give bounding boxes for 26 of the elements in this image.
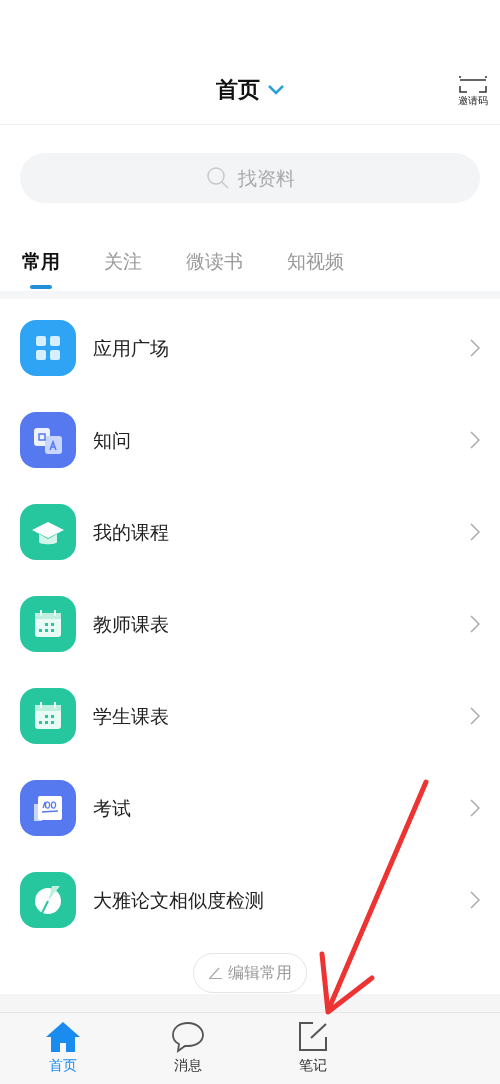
nav-tab[interactable]: 消息 — [125, 1013, 250, 1084]
menu-item[interactable]: 学生课表 — [0, 670, 500, 762]
menu-item[interactable]: 考试 — [0, 762, 500, 854]
home-icon — [44, 1021, 81, 1053]
scan-icon — [459, 75, 487, 93]
menu-item[interactable]: 应用广场 — [0, 302, 500, 394]
speech-bubble-icon — [170, 1021, 205, 1053]
chevron-right-icon — [470, 707, 480, 725]
search-icon — [205, 166, 230, 190]
chevron-right-icon — [470, 431, 480, 449]
chevron-down-icon[interactable] — [268, 84, 284, 95]
invite-code-button[interactable]: 邀请码 — [458, 75, 488, 108]
menu-item[interactable]: 教师课表 — [0, 578, 500, 670]
menu-item[interactable]: 我的课程 — [0, 486, 500, 578]
menu-item[interactable]: 知问 — [0, 394, 500, 486]
nav-tab[interactable]: 笔记 — [250, 1013, 375, 1084]
page-title: 首页 — [216, 76, 260, 104]
pencil-icon — [208, 967, 222, 979]
tab[interactable]: 常用 — [22, 246, 60, 291]
chevron-right-icon — [470, 523, 480, 541]
chevron-right-icon — [470, 799, 480, 817]
chevron-right-icon — [470, 339, 480, 357]
edit-icon — [296, 1021, 329, 1053]
menu-item[interactable]: 大雅论文相似度检测 — [0, 854, 500, 946]
chevron-right-icon — [470, 891, 480, 909]
chevron-right-icon — [470, 615, 480, 633]
